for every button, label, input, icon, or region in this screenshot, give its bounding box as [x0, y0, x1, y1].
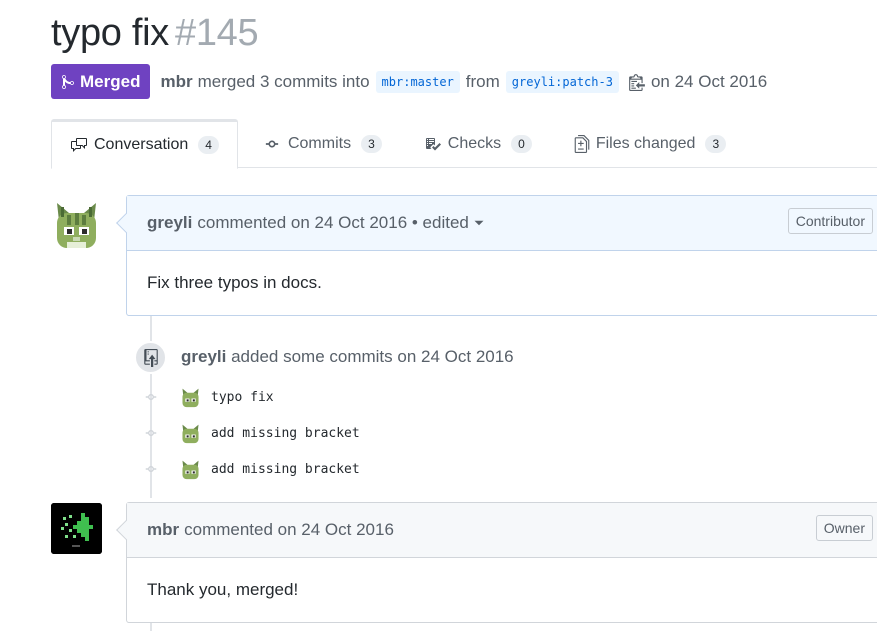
commit-avatar[interactable]	[180, 422, 201, 444]
tab-conversation[interactable]: Conversation 4	[51, 119, 238, 169]
checklist-icon	[425, 137, 441, 150]
push-event-badge	[134, 341, 167, 374]
pr-number: #145	[174, 12, 259, 54]
git-merge-icon	[62, 74, 74, 89]
author-association-badge: Owner	[815, 515, 873, 541]
git-commit-icon	[142, 463, 160, 475]
commit-item: add missing bracket	[142, 422, 360, 444]
comment-card: greyli commented on 24 Oct 2016 • edited…	[116, 195, 877, 316]
tab-checks[interactable]: Checks 0	[406, 119, 550, 168]
file-diff-icon	[574, 134, 590, 153]
from-text: from	[465, 71, 500, 91]
push-author[interactable]: greyli	[181, 347, 226, 366]
tab-files-changed[interactable]: Files changed 3	[556, 119, 744, 168]
cat-avatar-icon	[51, 199, 102, 250]
pr-tabs: Conversation 4 Commits 3 Checks 0 Files …	[51, 119, 877, 169]
commit-avatar[interactable]	[180, 458, 201, 480]
comment-discussion-icon	[71, 138, 87, 152]
state-label: Merged	[80, 71, 141, 91]
timeline-line	[150, 316, 152, 342]
merge-text: merged 3 commits into	[197, 71, 370, 91]
tab-label: Commits	[287, 134, 352, 152]
author-association-badge: Contributor	[787, 208, 873, 234]
avatar[interactable]	[51, 503, 102, 554]
tab-counter: 0	[511, 134, 532, 153]
head-branch[interactable]: greyli:patch-3	[505, 70, 619, 93]
repo-push-icon	[143, 348, 158, 367]
git-commit-icon	[142, 391, 160, 403]
push-event-text: greyli added some commits on 24 Oct 2016	[181, 347, 514, 367]
merge-date: on 24 Oct 2016	[650, 71, 768, 91]
comment-header: mbr commented on 24 Oct 2016 Owner	[127, 503, 877, 558]
commit-item: typo fix	[142, 386, 274, 408]
tab-label: Files changed	[595, 134, 696, 152]
base-branch[interactable]: mbr:master	[375, 70, 460, 93]
pixel-art-avatar-icon	[51, 503, 102, 554]
tab-counter: 4	[198, 136, 219, 154]
comment-meta[interactable]: commented on 24 Oct 2016	[184, 520, 394, 540]
triangle-down-icon[interactable]	[473, 217, 485, 229]
tab-counter: 3	[361, 134, 382, 153]
commit-message[interactable]: add missing bracket	[211, 462, 360, 477]
push-event-description: added some commits on 24 Oct 2016	[231, 347, 514, 366]
merged-state-badge: Merged	[51, 64, 151, 99]
tab-counter: 3	[705, 134, 727, 153]
commit-message[interactable]: typo fix	[211, 390, 274, 405]
merger-link[interactable]: mbr	[160, 72, 192, 92]
comment-body: Fix three typos in docs.	[147, 273, 322, 292]
tab-commits[interactable]: Commits 3	[244, 119, 400, 168]
pr-title-text: typo fix	[51, 12, 169, 54]
timeline-line	[150, 622, 152, 631]
commit-avatar[interactable]	[180, 386, 201, 408]
tab-label: Conversation	[94, 136, 189, 153]
avatar[interactable]	[51, 199, 102, 250]
comment-body: Thank you, merged!	[147, 580, 299, 599]
comment-author[interactable]: greyli	[147, 213, 192, 233]
clippy-icon[interactable]	[629, 73, 645, 91]
tab-label: Checks	[447, 134, 502, 152]
commit-message[interactable]: add missing bracket	[211, 426, 360, 441]
git-commit-icon	[265, 140, 279, 147]
comment-card: mbr commented on 24 Oct 2016 Owner Thank…	[116, 502, 877, 623]
commit-item: add missing bracket	[142, 458, 360, 480]
pr-meta: Merged mbr merged 3 commits into mbr:mas…	[51, 64, 767, 99]
comment-meta[interactable]: commented on 24 Oct 2016 • edited	[197, 213, 469, 233]
pr-title: typo fix #145	[51, 12, 259, 55]
comment-author[interactable]: mbr	[147, 520, 179, 540]
git-commit-icon	[142, 427, 160, 439]
comment-header: greyli commented on 24 Oct 2016 • edited…	[127, 196, 877, 251]
